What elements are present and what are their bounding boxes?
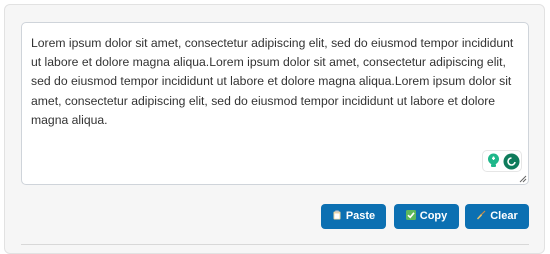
checkmark-icon	[405, 210, 416, 220]
grammar-checker-icon[interactable]	[503, 153, 520, 170]
copy-button-label: Copy	[419, 210, 448, 222]
clipboard-icon	[333, 210, 341, 220]
text-tool-panel: Lorem ipsum dolor sit amet, consectetur …	[4, 4, 545, 254]
clear-button[interactable]: Clear	[465, 204, 529, 229]
editor-textarea[interactable]: Lorem ipsum dolor sit amet, consectetur …	[31, 34, 515, 130]
resize-handle-icon[interactable]	[519, 175, 527, 183]
writing-assistant-widget[interactable]	[482, 150, 522, 172]
lightbulb-icon[interactable]	[487, 153, 500, 169]
text-editor[interactable]: Lorem ipsum dolor sit amet, consectetur …	[21, 22, 529, 185]
action-buttons: Paste Copy Clear	[321, 204, 529, 229]
broom-icon	[477, 210, 486, 220]
copy-button[interactable]: Copy	[394, 204, 459, 229]
paste-button[interactable]: Paste	[321, 204, 386, 229]
paste-button-label: Paste	[345, 210, 376, 222]
clear-button-label: Clear	[490, 210, 518, 222]
